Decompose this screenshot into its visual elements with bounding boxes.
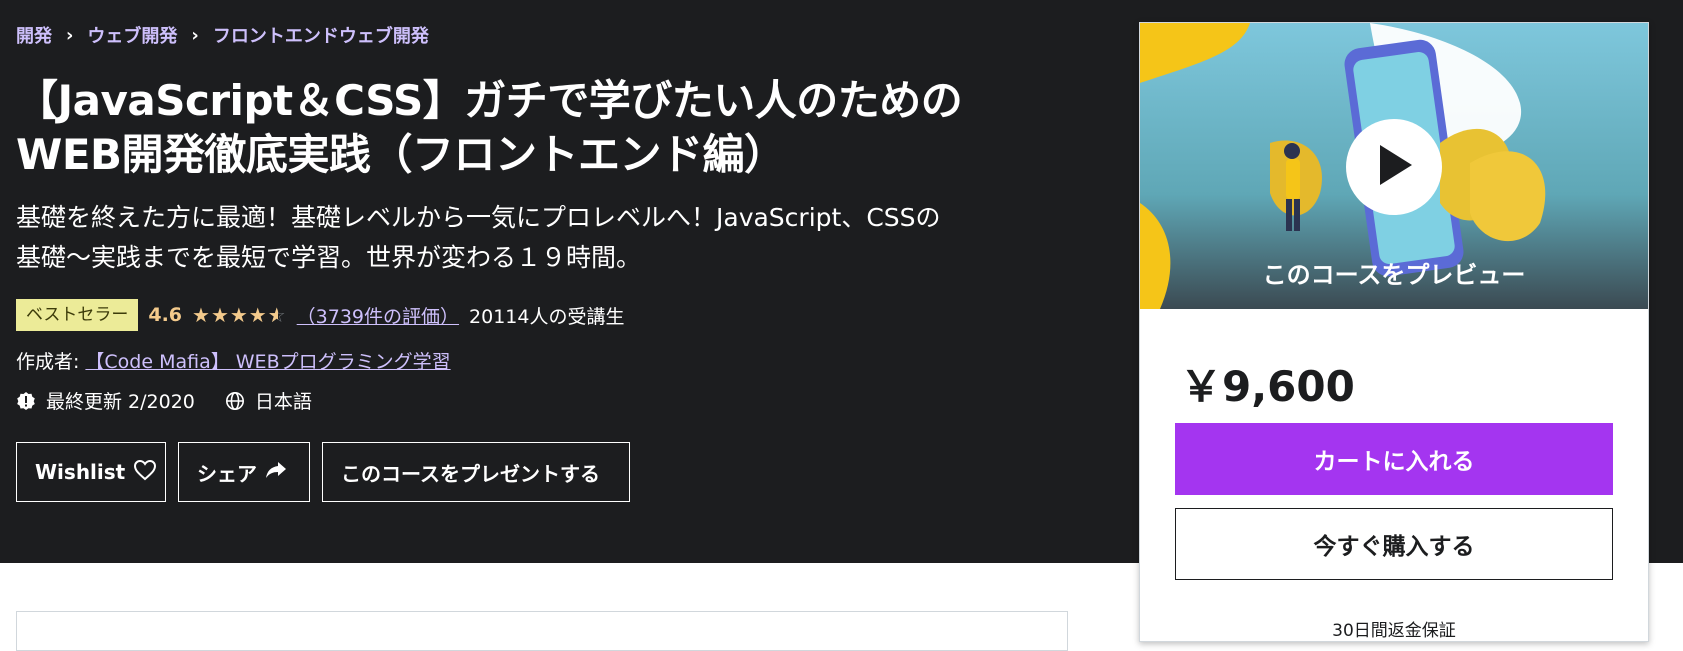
author-link[interactable]: 【Code Mafia】 WEBプログラミング学習 xyxy=(85,351,450,373)
course-title-line-1: 【JavaScript＆CSS】ガチで学びたい人のための xyxy=(16,76,963,125)
course-content-box xyxy=(16,611,1068,651)
bestseller-badge: ベストセラー xyxy=(16,299,139,331)
breadcrumb-item-development[interactable]: 開発 xyxy=(16,22,52,48)
wishlist-button[interactable]: Wishlist xyxy=(16,442,166,502)
buy-now-button[interactable]: 今すぐ購入する xyxy=(1175,508,1613,580)
meta-row: 最終更新 2/2020 日本語 xyxy=(16,387,312,414)
share-arrow-icon xyxy=(265,460,287,485)
play-icon xyxy=(1374,143,1414,191)
course-title: 【JavaScript＆CSS】ガチで学びたい人のための WEB開発徹底実践（フ… xyxy=(16,74,1076,182)
chevron-right-icon: › xyxy=(66,24,74,46)
last-updated: 最終更新 2/2020 xyxy=(46,391,195,413)
breadcrumb-item-frontend[interactable]: フロントエンドウェブ開発 xyxy=(213,22,429,48)
students-count: 20114人の受講生 xyxy=(469,305,625,328)
course-subtitle-line-1: 基礎を終えた方に最適！基礎レベルから一気にプロレベルへ！JavaScript、C… xyxy=(16,203,941,232)
rating-row: ベストセラー 4.6 ★★★★☆ ★ （3739件の評価） 20114人の受講生 xyxy=(16,299,624,331)
add-to-cart-button[interactable]: カートに入れる xyxy=(1175,423,1613,495)
course-subtitle-line-2: 基礎〜実践までを最短で学習。世界が変わる１９時間。 xyxy=(16,243,642,272)
rating-value: 4.6 xyxy=(148,304,183,326)
share-label: シェア xyxy=(197,461,257,486)
share-button[interactable]: シェア xyxy=(178,442,310,502)
language: 日本語 xyxy=(254,391,312,413)
breadcrumb-item-web-development[interactable]: ウェブ開発 xyxy=(87,22,177,48)
heart-icon xyxy=(133,459,157,486)
course-actions: Wishlist シェア このコースをプレゼントする xyxy=(16,442,630,502)
globe-icon xyxy=(225,391,245,411)
alert-badge-icon xyxy=(16,391,36,411)
course-subtitle: 基礎を終えた方に最適！基礎レベルから一気にプロレベルへ！JavaScript、C… xyxy=(16,198,1076,278)
gift-course-button[interactable]: このコースをプレゼントする xyxy=(322,442,630,502)
breadcrumb: 開発 › ウェブ開発 › フロントエンドウェブ開発 xyxy=(16,22,429,48)
purchase-sidebar: このコースをプレビュー ￥9,600 カートに入れる 今すぐ購入する 30日間返… xyxy=(1139,22,1649,642)
course-price: ￥9,600 xyxy=(1180,362,1355,411)
course-title-line-2: WEB開発徹底実践（フロントエンド編） xyxy=(16,130,786,179)
author-row: 作成者: 【Code Mafia】 WEBプログラミング学習 xyxy=(16,347,451,374)
author-prefix: 作成者: xyxy=(16,351,80,373)
wishlist-label: Wishlist xyxy=(35,460,126,484)
money-back-guarantee: 30日間返金保証 xyxy=(1332,621,1456,641)
gift-course-label: このコースをプレゼントする xyxy=(341,461,600,486)
ratings-count-link[interactable]: （3739件の評価） xyxy=(297,302,459,329)
play-button[interactable] xyxy=(1346,119,1442,215)
chevron-right-icon: › xyxy=(191,24,199,46)
star-rating-icon: ★★★★☆ ★ xyxy=(192,303,287,327)
course-preview[interactable]: このコースをプレビュー xyxy=(1140,23,1648,309)
preview-label: このコースをプレビュー xyxy=(1262,261,1526,289)
